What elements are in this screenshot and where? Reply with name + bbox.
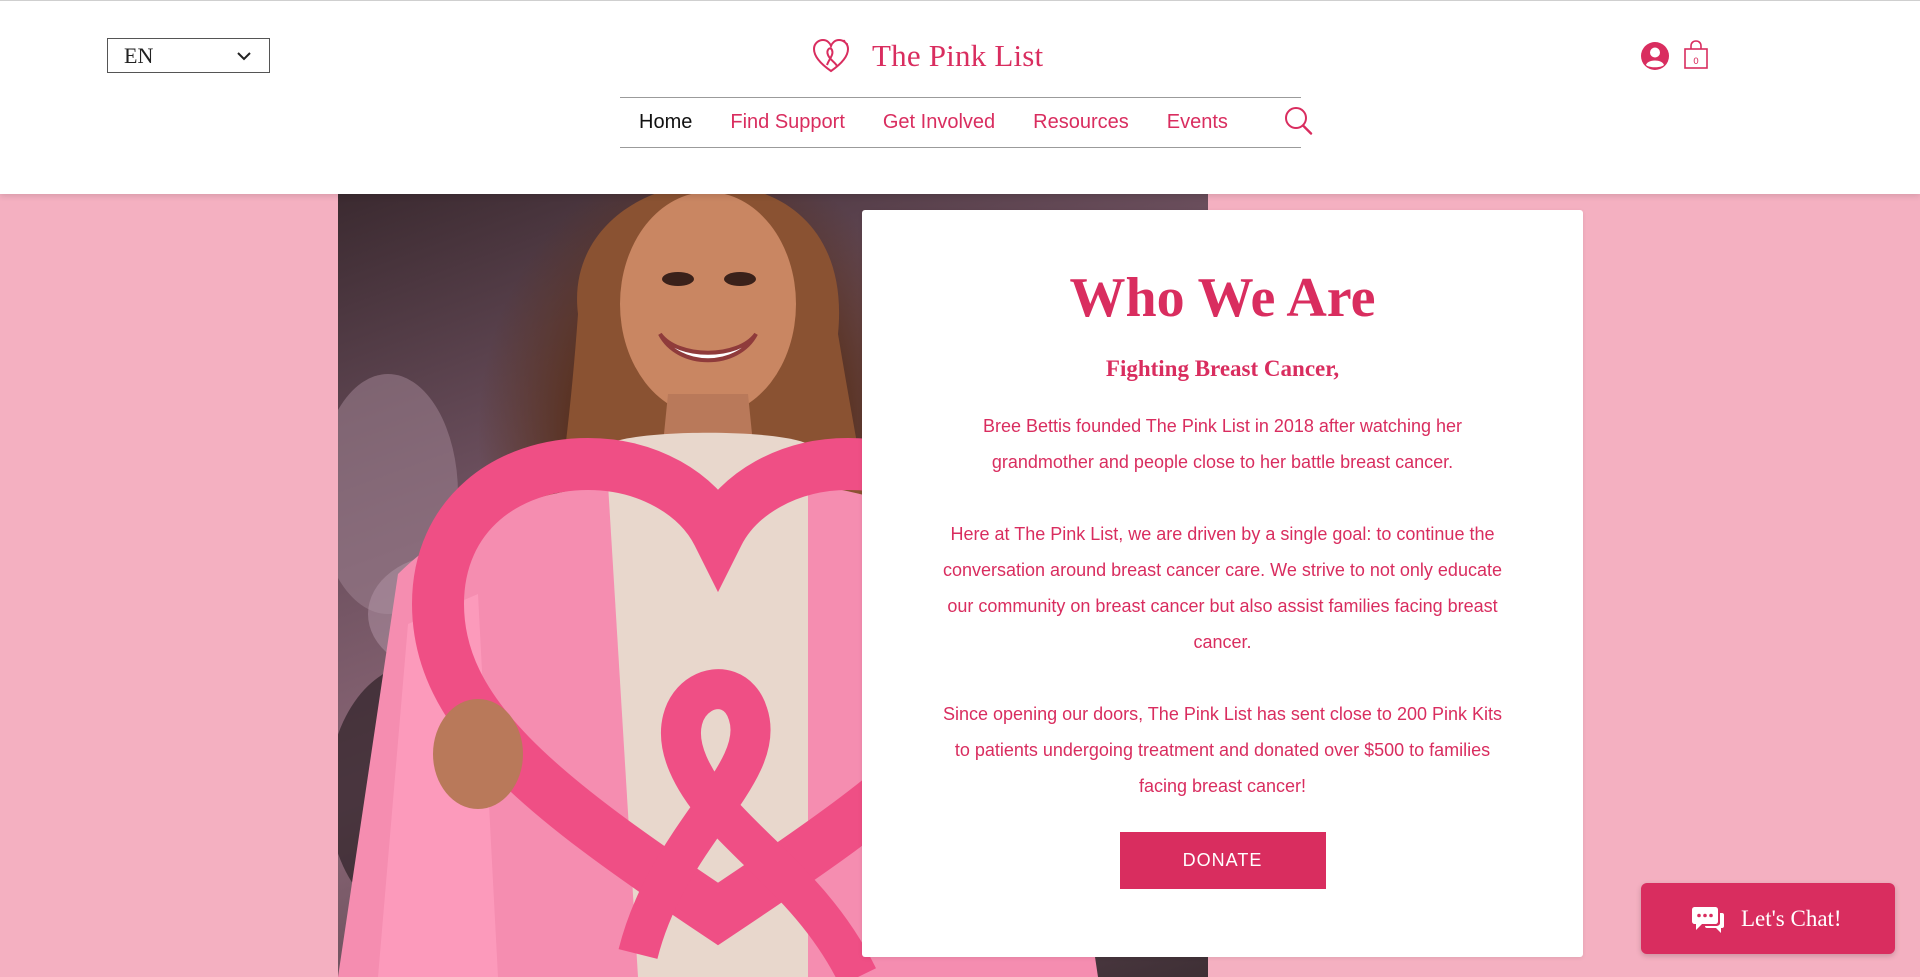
nav-home[interactable]: Home — [639, 111, 692, 134]
language-value: EN — [124, 42, 154, 68]
card-paragraph-founder: Bree Bettis founded The Pink List in 201… — [983, 415, 1462, 472]
brand[interactable]: The Pink List — [810, 34, 1043, 78]
card-subheading: Fighting Breast Cancer, — [1105, 355, 1340, 381]
site-title: The Pink List — [872, 38, 1044, 73]
nav-resources[interactable]: Resources — [1033, 111, 1129, 134]
chat-bubbles-icon — [1692, 907, 1724, 933]
shopping-bag-icon[interactable]: 0 — [1683, 40, 1709, 70]
card-body: Bree Bettis founded The Pink List in 201… — [943, 408, 1503, 804]
card-paragraph-mission: Here at The Pink List, we are driven by … — [943, 523, 1502, 652]
heart-ribbon-logo-icon — [812, 38, 850, 73]
nav-get-involved[interactable]: Get Involved — [883, 111, 995, 134]
main-nav: Home Find Support Get Involved Resources… — [620, 97, 1301, 148]
donate-button[interactable]: DONATE — [1119, 831, 1326, 889]
cart-count: 0 — [1693, 57, 1699, 67]
nav-find-support[interactable]: Find Support — [730, 111, 845, 134]
search-icon[interactable] — [1283, 106, 1313, 136]
card-heading: Who We Are — [1069, 267, 1376, 329]
card-paragraph-impact: Since opening our doors, The Pink List h… — [943, 703, 1502, 796]
chat-button[interactable]: Let's Chat! — [1641, 883, 1895, 954]
account-icon[interactable] — [1640, 41, 1670, 71]
page: EN The Pink List 0 Home Find Support Get… — [0, 0, 1920, 977]
language-selector[interactable]: EN — [107, 38, 270, 73]
chevron-down-icon — [237, 52, 251, 61]
chat-label: Let's Chat! — [1741, 905, 1842, 931]
site-header: EN The Pink List 0 Home Find Support Get… — [0, 0, 1920, 194]
who-we-are-card: Who We Are Fighting Breast Cancer, Bree … — [862, 210, 1583, 957]
nav-events[interactable]: Events — [1167, 111, 1228, 134]
